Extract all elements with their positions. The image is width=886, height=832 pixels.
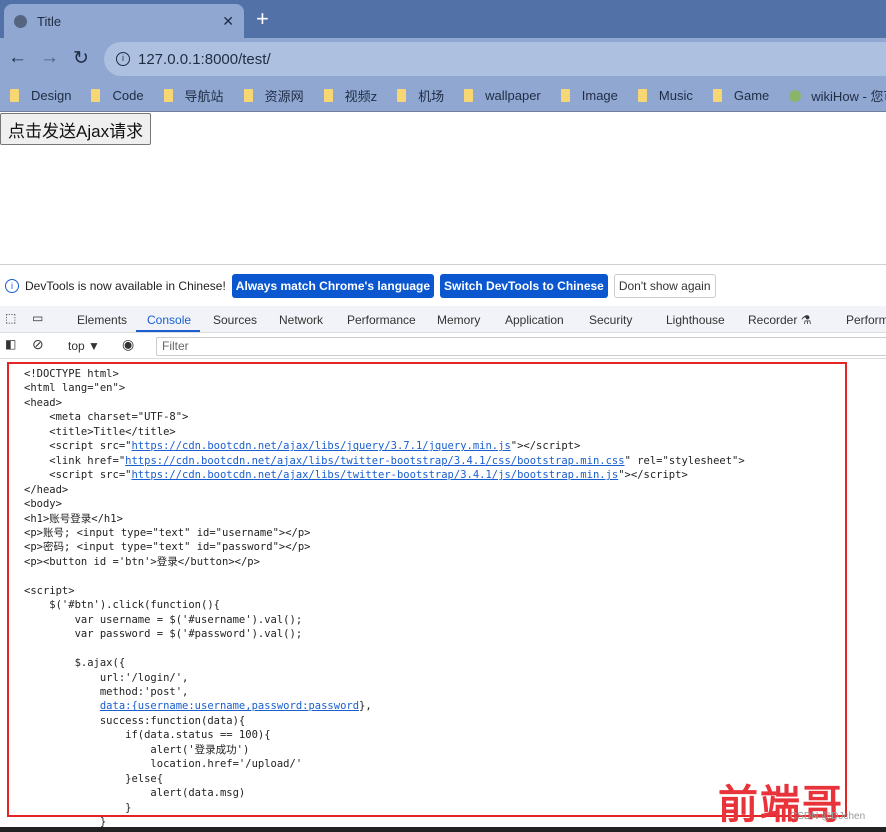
bookmark-label: 资源网 (264, 89, 304, 104)
folder-icon (637, 89, 647, 102)
bookmark-label: Code (112, 88, 144, 103)
info-icon: i (5, 278, 19, 293)
devtools-tab[interactable]: Performance (347, 313, 416, 327)
folder-icon (560, 89, 570, 102)
inspect-element-icon[interactable]: ⬚ (5, 311, 16, 325)
folder-icon (10, 89, 19, 102)
close-icon[interactable]: ✕ (222, 13, 234, 30)
devtools-tab[interactable]: Perform (846, 313, 886, 327)
bookmark-item[interactable]: Music (637, 88, 693, 103)
bookmark-item[interactable]: Code (91, 88, 144, 103)
folder-icon (243, 89, 253, 102)
wikihow-icon (789, 89, 802, 102)
bookmark-item[interactable]: 机场 (397, 86, 444, 105)
folder-icon (712, 89, 722, 102)
bookmark-item[interactable]: 导航站 (163, 86, 224, 105)
bookmark-item-wikihow[interactable]: wikiHow - 您可以 (789, 86, 886, 105)
switch-chinese-button[interactable]: Switch DevTools to Chinese (440, 273, 608, 298)
address-bar[interactable]: i 127.0.0.1:8000/test/ (104, 42, 886, 76)
dont-show-again-button[interactable]: Don't show again (613, 273, 716, 298)
bookmark-label: 视频z (344, 89, 378, 104)
bookmark-item[interactable]: 资源网 (243, 86, 304, 105)
bookmark-label: Design (31, 88, 72, 103)
devtools-tab[interactable]: Recorder ⚗ (748, 313, 811, 327)
tab-strip: Title ✕ + (0, 0, 886, 38)
browser-toolbar: ← → ↻ i 127.0.0.1:8000/test/ (0, 38, 886, 80)
folder-icon (323, 89, 333, 102)
devtools-tab[interactable]: Sources (213, 313, 257, 327)
globe-icon (14, 14, 27, 28)
devtools-tab[interactable]: Network (279, 313, 323, 327)
folder-icon (91, 89, 101, 102)
send-ajax-button[interactable]: 点击发送Ajax请求 (0, 113, 152, 145)
eye-icon[interactable]: ◉ (122, 336, 134, 353)
folder-icon (397, 89, 407, 102)
clear-console-icon[interactable]: ⊘ (32, 336, 44, 353)
bookmark-label: wallpaper (485, 88, 541, 103)
context-selector[interactable]: top ▼ (68, 339, 100, 353)
back-icon[interactable]: ← (8, 47, 27, 69)
reload-icon[interactable]: ↻ (73, 47, 89, 70)
bookmark-item[interactable]: Game (712, 88, 770, 103)
bookmark-item[interactable]: wallpaper (464, 88, 541, 103)
bookmark-label: Game (733, 88, 770, 103)
watermark-credit: CSDN @DJchen (790, 811, 866, 822)
devtools-tab[interactable]: Elements (77, 313, 127, 327)
devtools-tab[interactable]: Memory (437, 313, 480, 327)
devtools-language-infobar: i DevTools is now available in Chinese! … (0, 264, 886, 306)
bookmark-label: wikiHow - 您可以 (811, 89, 886, 104)
console-toolbar: ◧ ⊘ top ▼ ◉ Filter (0, 333, 886, 359)
devtools-tab[interactable]: Console (147, 313, 191, 327)
bookmarks-bar: Design Code 导航站 资源网 视频z 机场 wallpaper Image Music… (0, 80, 886, 112)
new-tab-icon[interactable]: + (256, 6, 269, 32)
info-icon[interactable]: i (116, 52, 130, 66)
devtools-tabs: ⬚ ▭ Elements Console Sources Network Perform… (0, 306, 886, 333)
forward-icon[interactable]: → (40, 47, 59, 69)
folder-icon (163, 89, 173, 102)
bookmark-label: Music (658, 88, 693, 103)
infobar-message: DevTools is now available in Chinese! (25, 278, 226, 293)
sidebar-toggle-icon[interactable]: ◧ (5, 337, 16, 351)
devtools-tab[interactable]: Security (589, 313, 632, 327)
devtools-tab[interactable]: Application (505, 313, 564, 327)
bookmark-item[interactable]: Design (10, 88, 71, 103)
bookmark-label: 机场 (418, 89, 445, 104)
match-language-button[interactable]: Always match Chrome's language (231, 273, 435, 298)
bookmark-item[interactable]: 视频z (323, 86, 378, 105)
folder-icon (464, 89, 474, 102)
device-toggle-icon[interactable]: ▭ (32, 311, 43, 325)
devtools-tab[interactable]: Lighthouse (666, 313, 725, 327)
highlight-box (7, 362, 847, 817)
bookmark-label: 导航站 (184, 89, 224, 104)
taskbar-edge (0, 827, 886, 832)
url-text: 127.0.0.1:8000/test/ (138, 50, 271, 68)
filter-input[interactable]: Filter (156, 337, 886, 356)
tab-title: Title (37, 13, 62, 29)
bookmark-item[interactable]: Image (560, 88, 618, 103)
browser-tab[interactable]: Title ✕ (4, 4, 244, 38)
bookmark-label: Image (581, 88, 618, 103)
active-tab-indicator (136, 330, 200, 332)
